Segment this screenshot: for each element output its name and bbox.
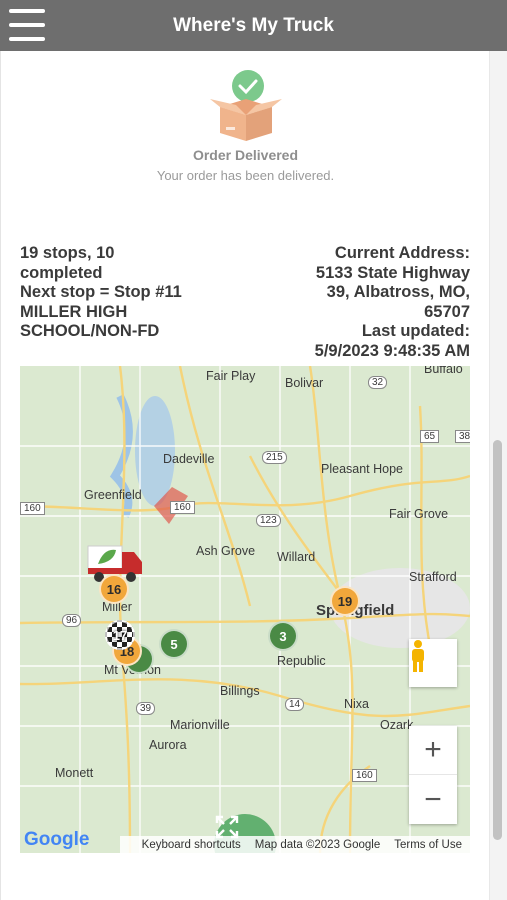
zoom-controls: + − bbox=[409, 726, 457, 824]
order-status: Order Delivered Your order has been deli… bbox=[1, 69, 490, 183]
address-line-3: 65707 bbox=[424, 302, 470, 321]
shield-96: 96 bbox=[62, 614, 82, 627]
stop-pin-19[interactable]: 19 bbox=[330, 586, 360, 616]
zoom-out-button[interactable]: − bbox=[409, 775, 457, 824]
street-view-button[interactable] bbox=[409, 639, 457, 687]
place-republic: Republic bbox=[277, 654, 326, 668]
delivered-box-icon bbox=[206, 69, 286, 143]
map[interactable]: Fair Play Bolivar Buffalo Dadeville Plea… bbox=[20, 366, 470, 853]
stops-count: 19 stops, 10 bbox=[20, 244, 115, 262]
place-monett: Monett bbox=[55, 766, 94, 780]
current-address: Current Address: 5133 State Highway 39, … bbox=[250, 244, 470, 361]
address-line-1: 5133 State Highway bbox=[315, 263, 470, 282]
pegman-icon bbox=[412, 640, 424, 672]
stops-completed: completed bbox=[20, 263, 103, 282]
place-marionville: Marionville bbox=[170, 718, 230, 732]
keyboard-shortcuts-link[interactable]: Keyboard shortcuts bbox=[142, 839, 241, 851]
shield-160-mid: 160 bbox=[170, 501, 195, 514]
scrollbar-thumb[interactable] bbox=[493, 440, 502, 840]
place-buffalo: Buffalo bbox=[424, 366, 463, 376]
place-strafford: Strafford bbox=[409, 570, 457, 584]
shield-160-south: 160 bbox=[352, 769, 377, 782]
address-line-2: 39, Albatross, MO, bbox=[326, 283, 470, 301]
place-dadeville: Dadeville bbox=[163, 452, 215, 466]
next-stop-name-2: SCHOOL/NON-FD bbox=[20, 322, 160, 340]
stop-pin-5[interactable]: 5 bbox=[159, 629, 189, 659]
stop-pin-17[interactable]: 17 bbox=[105, 620, 135, 650]
stop-pin-3[interactable]: 3 bbox=[268, 621, 298, 651]
place-fair-play: Fair Play bbox=[206, 369, 256, 383]
shield-14: 14 bbox=[285, 698, 305, 711]
terms-of-use-link[interactable]: Terms of Use bbox=[394, 839, 462, 851]
google-logo: Google bbox=[24, 829, 90, 850]
place-aurora: Aurora bbox=[149, 738, 187, 752]
place-ash-grove: Ash Grove bbox=[196, 544, 256, 558]
shield-38: 38 bbox=[455, 430, 470, 443]
place-fair-grove: Fair Grove bbox=[389, 507, 449, 521]
updated-value: 5/9/2023 9:48:35 AM bbox=[314, 341, 470, 360]
address-label: Current Address: bbox=[334, 244, 470, 262]
map-data-attribution: Map data ©2023 Google bbox=[254, 838, 381, 851]
shield-65: 65 bbox=[420, 430, 440, 443]
stops-summary: 19 stops, 10 completed Next stop = Stop … bbox=[20, 244, 240, 342]
place-willard: Willard bbox=[277, 550, 316, 564]
place-billings: Billings bbox=[220, 684, 260, 698]
menu-icon[interactable] bbox=[9, 9, 45, 41]
main-content: Order Delivered Your order has been deli… bbox=[0, 51, 489, 900]
place-nixa: Nixa bbox=[344, 697, 370, 711]
next-stop-name-1: MILLER HIGH bbox=[20, 302, 128, 321]
app-header: Where's My Truck bbox=[0, 0, 507, 51]
app-title: Where's My Truck bbox=[173, 14, 334, 36]
status-title: Order Delivered bbox=[192, 147, 299, 163]
next-stop: Next stop = Stop #11 bbox=[20, 283, 182, 301]
place-pleasant-hope: Pleasant Hope bbox=[321, 462, 404, 476]
updated-label: Last updated: bbox=[361, 322, 470, 340]
map-footer: Keyboard shortcuts Map data ©2023 Google… bbox=[120, 836, 470, 853]
shield-215: 215 bbox=[262, 451, 287, 464]
zoom-in-button[interactable]: + bbox=[409, 726, 457, 775]
stop-pin-16[interactable]: 16 bbox=[99, 574, 129, 604]
shield-123: 123 bbox=[256, 514, 281, 527]
shield-32: 32 bbox=[368, 376, 388, 389]
shield-39: 39 bbox=[136, 702, 156, 715]
place-greenfield: Greenfield bbox=[84, 488, 142, 502]
place-bolivar: Bolivar bbox=[285, 376, 324, 390]
shield-160-west: 160 bbox=[20, 502, 45, 515]
status-subtitle: Your order has been delivered. bbox=[156, 168, 335, 183]
